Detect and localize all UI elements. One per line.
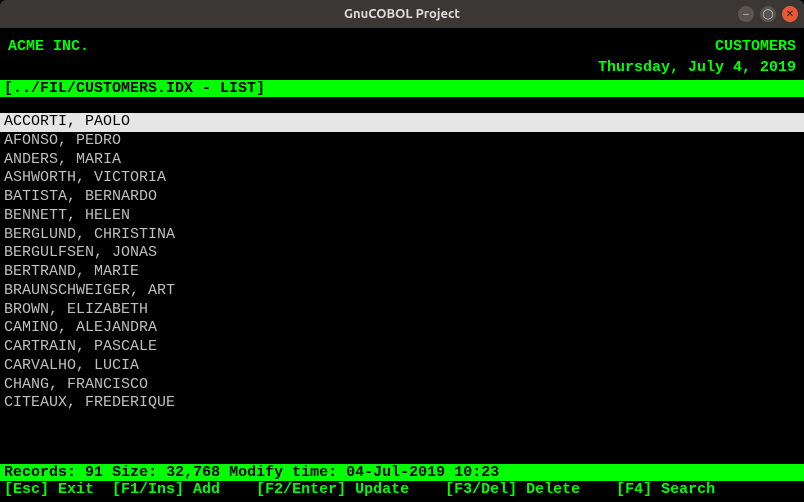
maximize-button[interactable]: ◯: [760, 6, 776, 22]
header-row: ACME INC. CUSTOMERS: [0, 28, 804, 59]
list-item[interactable]: BROWN, ELIZABETH: [0, 301, 804, 320]
modify-label: Modify time:: [229, 464, 337, 481]
records-label: Records:: [4, 464, 76, 481]
list-item[interactable]: ASHWORTH, VICTORIA: [0, 169, 804, 188]
fkey-exit[interactable]: [Esc] Exit: [4, 481, 112, 498]
list-item[interactable]: ACCORTI, PAOLO: [0, 113, 804, 132]
screen-name: CUSTOMERS: [715, 38, 796, 55]
list-item[interactable]: CARVALHO, LUCIA: [0, 357, 804, 376]
minimize-button[interactable]: –: [738, 6, 754, 22]
size-value: 32,768: [166, 464, 220, 481]
list-item[interactable]: BERGLUND, CHRISTINA: [0, 226, 804, 245]
current-date: Thursday, July 4, 2019: [598, 59, 796, 76]
records-count: 91: [85, 464, 103, 481]
company-name: ACME INC.: [8, 38, 89, 55]
list-item[interactable]: BRAUNSCHWEIGER, ART: [0, 282, 804, 301]
function-key-bar: [Esc] Exit [F1/Ins] Add [F2/Enter] Updat…: [0, 481, 804, 502]
fkey-search[interactable]: [F4] Search: [616, 481, 724, 498]
status-bar: Records: 91 Size: 32,768 Modify time: 04…: [0, 464, 804, 481]
list-item[interactable]: BENNETT, HELEN: [0, 207, 804, 226]
fkey-add[interactable]: [F1/Ins] Add: [112, 481, 256, 498]
list-item[interactable]: CAMINO, ALEJANDRA: [0, 319, 804, 338]
size-label: Size:: [112, 464, 157, 481]
fkey-delete[interactable]: [F3/Del] Delete: [445, 481, 616, 498]
window-controls: – ◯ ✕: [738, 6, 798, 22]
fkey-update[interactable]: [F2/Enter] Update: [256, 481, 445, 498]
list-item[interactable]: CARTRAIN, PASCALE: [0, 338, 804, 357]
list-item[interactable]: ANDERS, MARIA: [0, 151, 804, 170]
record-list[interactable]: ACCORTI, PAOLOAFONSO, PEDROANDERS, MARIA…: [0, 97, 804, 464]
modify-value: 04-Jul-2019 10:23: [346, 464, 499, 481]
date-row: Thursday, July 4, 2019: [0, 59, 804, 80]
list-item[interactable]: CITEAUX, FREDERIQUE: [0, 394, 804, 413]
window-titlebar: GnuCOBOL Project – ◯ ✕: [0, 0, 804, 28]
terminal-screen: ACME INC. CUSTOMERS Thursday, July 4, 20…: [0, 28, 804, 502]
list-item[interactable]: BATISTA, BERNARDO: [0, 188, 804, 207]
list-item[interactable]: CHANG, FRANCISCO: [0, 376, 804, 395]
list-item[interactable]: BERGULFSEN, JONAS: [0, 244, 804, 263]
window-title: GnuCOBOL Project: [344, 7, 460, 21]
list-item[interactable]: AFONSO, PEDRO: [0, 132, 804, 151]
list-item[interactable]: BERTRAND, MARIE: [0, 263, 804, 282]
path-bar: [../FIL/CUSTOMERS.IDX - LIST]: [0, 80, 804, 97]
close-button[interactable]: ✕: [782, 6, 798, 22]
